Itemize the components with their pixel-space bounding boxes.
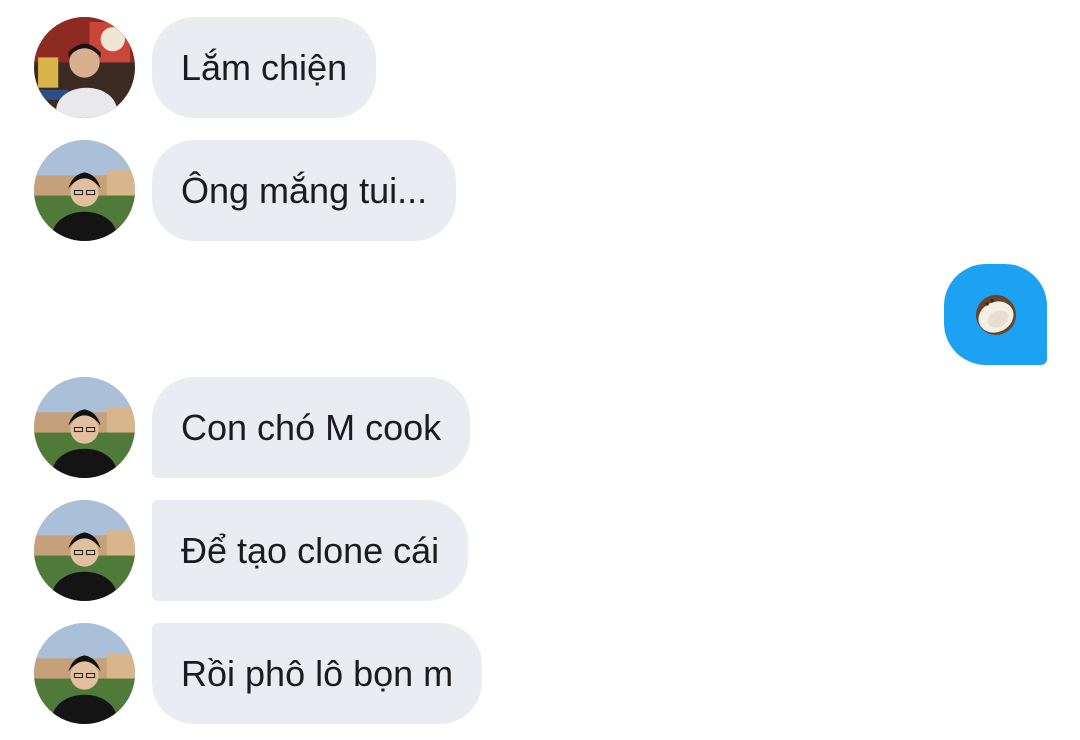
message-row: Để tạo clone cái — [0, 500, 1080, 601]
message-row: Rồi phô lô bọn m — [0, 623, 1080, 724]
message-bubble[interactable]: Rồi phô lô bọn m — [152, 623, 483, 724]
message-row: Ông mắng tui... — [0, 140, 1080, 241]
message-row: Lắm chiện — [0, 17, 1080, 118]
avatar[interactable] — [34, 140, 135, 241]
avatar[interactable] — [34, 623, 135, 724]
message-bubble[interactable]: Ông mắng tui... — [152, 140, 457, 241]
coconut-emoji-icon — [976, 295, 1016, 335]
message-bubble[interactable]: Lắm chiện — [152, 17, 377, 118]
avatar[interactable] — [34, 377, 135, 478]
avatar[interactable] — [34, 500, 135, 601]
message-row: Con chó M cook — [0, 377, 1080, 478]
message-bubble[interactable]: Để tạo clone cái — [152, 500, 469, 601]
avatar[interactable] — [34, 17, 135, 118]
sent-emoji-bubble[interactable] — [944, 264, 1047, 365]
message-bubble[interactable]: Con chó M cook — [152, 377, 471, 478]
